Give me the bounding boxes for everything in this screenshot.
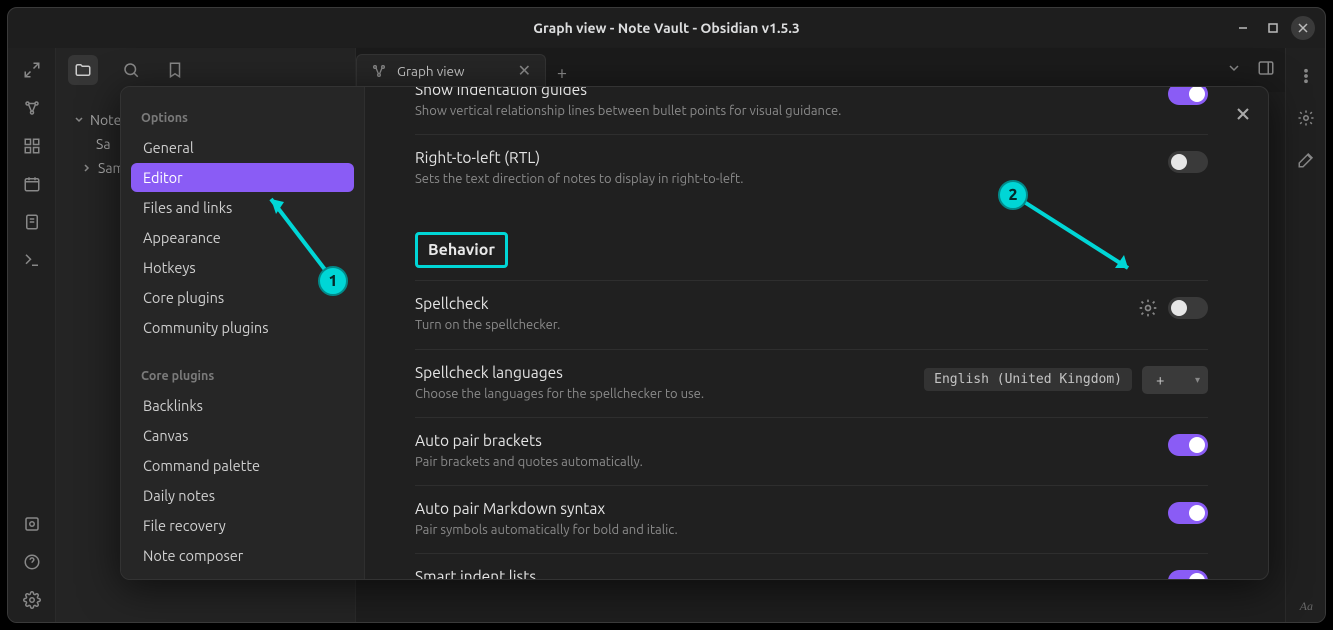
settings-scroll[interactable]: Show indentation guides Show vertical re… [365, 87, 1268, 579]
sidebar-item-editor[interactable]: Editor [131, 163, 354, 192]
tree-label: Note [90, 112, 121, 128]
sidebar-item-appearance[interactable]: Appearance [131, 223, 354, 252]
settings-sidebar: Options General Editor Files and links A… [121, 87, 365, 579]
close-window-button[interactable] [1291, 16, 1315, 40]
setting-desc: Pair symbols automatically for bold and … [415, 521, 1148, 539]
maximize-button[interactable] [1261, 16, 1285, 40]
setting-spellcheck: Spellcheck Turn on the spellchecker. [415, 280, 1208, 348]
sidebar-item-canvas[interactable]: Canvas [131, 421, 354, 450]
toggle-auto-pair-brackets[interactable] [1168, 434, 1208, 456]
setting-title: Auto pair Markdown syntax [415, 500, 1148, 517]
toggle-indentation-guides[interactable] [1168, 87, 1208, 105]
modal-close-button[interactable] [1230, 101, 1256, 127]
sidebar-item-community-plugins[interactable]: Community plugins [131, 313, 354, 342]
status-text-mode: AAaa [1300, 599, 1313, 614]
section-behavior: Behavior [415, 202, 1208, 280]
section-heading-text: Behavior [415, 232, 508, 268]
setting-desc: Choose the languages for the spellchecke… [415, 385, 904, 403]
setting-title: Spellcheck languages [415, 364, 904, 381]
sidebar-item-note-composer[interactable]: Note composer [131, 541, 354, 570]
sidebar-toggle-icon[interactable] [1257, 59, 1275, 81]
setting-auto-pair-markdown: Auto pair Markdown syntax Pair symbols a… [415, 485, 1208, 553]
setting-title: Show indentation guides [415, 87, 1148, 98]
setting-desc: Sets the text direction of notes to disp… [415, 170, 1148, 188]
setting-title: Right-to-left (RTL) [415, 149, 1148, 166]
minimize-button[interactable] [1231, 16, 1255, 40]
sidebar-item-hotkeys[interactable]: Hotkeys [131, 253, 354, 282]
tab-close-icon[interactable]: ✕ [518, 61, 531, 80]
setting-title: Spellcheck [415, 295, 1118, 312]
left-ribbon [8, 48, 56, 622]
setting-title: Smart indent lists [415, 568, 1148, 579]
add-language-button[interactable]: + ▾ [1142, 366, 1208, 394]
templates-icon[interactable] [22, 212, 42, 232]
tab-dropdown-icon[interactable] [1227, 61, 1241, 79]
help-icon[interactable] [22, 552, 42, 572]
sidebar-item-daily-notes[interactable]: Daily notes [131, 481, 354, 510]
setting-spellcheck-languages: Spellcheck languages Choose the language… [415, 349, 1208, 417]
setting-desc: Turn on the spellchecker. [415, 316, 1118, 334]
search-tab-icon[interactable] [120, 59, 142, 81]
toggle-rtl[interactable] [1168, 151, 1208, 173]
settings-icon[interactable] [22, 590, 42, 610]
window-controls [1231, 16, 1315, 40]
canvas-icon[interactable] [22, 136, 42, 156]
toggle-auto-pair-markdown[interactable] [1168, 502, 1208, 524]
setting-auto-pair-brackets: Auto pair brackets Pair brackets and quo… [415, 417, 1208, 485]
bookmarks-tab-icon[interactable] [164, 59, 186, 81]
command-palette-icon[interactable] [22, 250, 42, 270]
app-window: Graph view - Note Vault - Obsidian v1.5.… [7, 7, 1326, 623]
sidebar-heading-options: Options [131, 105, 354, 133]
setting-desc: Pair brackets and quotes automatically. [415, 453, 1148, 471]
titlebar: Graph view - Note Vault - Obsidian v1.5.… [8, 8, 1325, 48]
window-title: Graph view - Note Vault - Obsidian v1.5.… [533, 20, 799, 36]
settings-modal: Options General Editor Files and links A… [120, 86, 1269, 580]
setting-desc: Show vertical relationship lines between… [415, 102, 1148, 120]
setting-rtl: Right-to-left (RTL) Sets the text direct… [415, 134, 1208, 202]
setting-indentation-guides: Show indentation guides Show vertical re… [415, 87, 1208, 134]
tab-graph-view[interactable]: Graph view ✕ [356, 54, 546, 86]
vault-icon[interactable] [22, 514, 42, 534]
tab-title: Graph view [397, 63, 465, 79]
plus-icon: + [1142, 371, 1178, 388]
setting-title: Auto pair brackets [415, 432, 1148, 449]
settings-content: Show indentation guides Show vertical re… [365, 87, 1268, 579]
graph-icon [371, 63, 387, 79]
sidebar-heading-core: Core plugins [131, 363, 354, 391]
settings-gear-icon[interactable] [1296, 108, 1316, 128]
language-pill[interactable]: English (United Kingdom) [924, 368, 1132, 391]
right-ribbon [1285, 48, 1325, 622]
sidebar-item-backlinks[interactable]: Backlinks [131, 391, 354, 420]
setting-smart-indent: Smart indent lists Automatically set ind… [415, 553, 1208, 579]
quick-switcher-icon[interactable] [22, 60, 42, 80]
files-tab-icon[interactable] [68, 55, 98, 85]
daily-note-icon[interactable] [22, 174, 42, 194]
graph-view-icon[interactable] [22, 98, 42, 118]
sidebar-item-general[interactable]: General [131, 133, 354, 162]
more-icon[interactable] [1296, 66, 1316, 86]
wand-icon[interactable] [1296, 150, 1316, 170]
sidebar-item-command-palette[interactable]: Command palette [131, 451, 354, 480]
toggle-spellcheck[interactable] [1168, 297, 1208, 319]
caret-down-icon: ▾ [1195, 374, 1200, 386]
sidebar-item-files-links[interactable]: Files and links [131, 193, 354, 222]
sidebar-item-file-recovery[interactable]: File recovery [131, 511, 354, 540]
spellcheck-settings-icon[interactable] [1138, 298, 1158, 318]
sidebar-item-core-plugins[interactable]: Core plugins [131, 283, 354, 312]
toggle-smart-indent[interactable] [1168, 570, 1208, 579]
